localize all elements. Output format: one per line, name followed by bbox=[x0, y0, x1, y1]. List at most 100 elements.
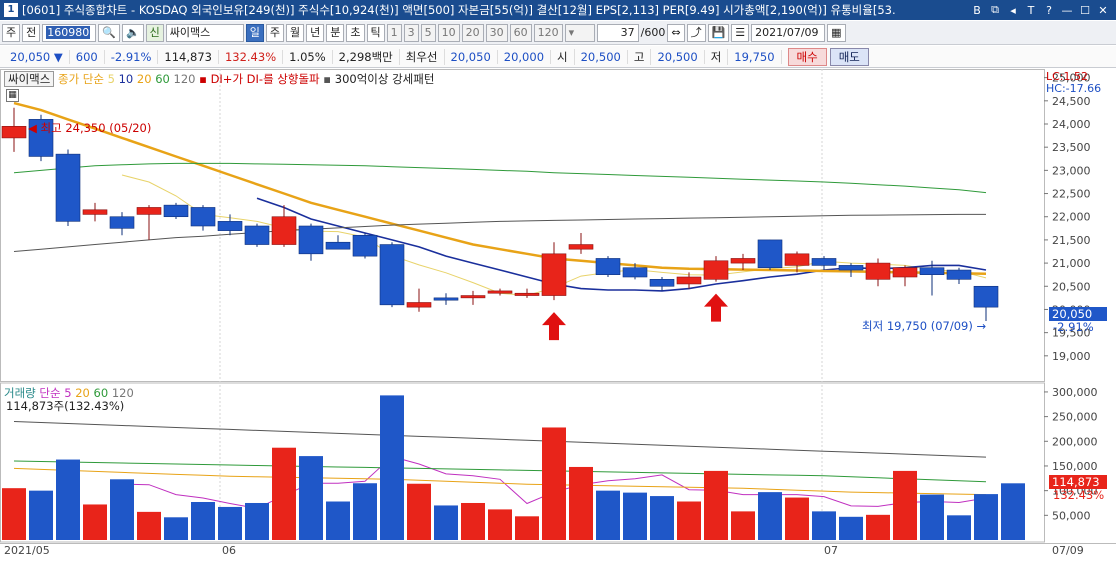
last-volume-pct-tag: 132.43% bbox=[1053, 488, 1105, 502]
candle-down bbox=[190, 207, 216, 227]
candle-down bbox=[109, 216, 135, 229]
calendar-icon[interactable]: ▦ bbox=[827, 23, 846, 42]
candle-up bbox=[703, 260, 729, 280]
buy-button[interactable]: 매수 bbox=[787, 47, 827, 66]
new-stock-label: 신 bbox=[145, 23, 164, 42]
period-month[interactable]: 월 bbox=[286, 23, 305, 42]
signal-legend-icon: ▪ bbox=[199, 72, 207, 86]
volume-bar bbox=[569, 466, 593, 540]
candle-up bbox=[784, 253, 810, 266]
code-value: 160980 bbox=[46, 25, 91, 39]
best-ask-label: 최우선 bbox=[400, 48, 445, 65]
count-input[interactable]: 37 bbox=[596, 23, 639, 42]
period-day[interactable]: 일 bbox=[245, 23, 264, 42]
price-tick-label: 19,000 bbox=[1052, 350, 1091, 363]
candle-up bbox=[541, 253, 567, 296]
font-icon[interactable]: T bbox=[1022, 4, 1040, 17]
period-week[interactable]: 주 bbox=[265, 23, 285, 42]
close-icon[interactable]: ✕ bbox=[1094, 4, 1112, 17]
volume-bar bbox=[83, 504, 107, 540]
volume-bar bbox=[704, 470, 728, 540]
candle-up bbox=[487, 290, 513, 294]
volume-tick-label: 150,000 bbox=[1052, 460, 1098, 473]
low-annotation-text: 최저 19,750 (07/09) bbox=[862, 319, 973, 333]
price-tick-label: 23,500 bbox=[1052, 141, 1091, 154]
volume-bar bbox=[245, 502, 269, 540]
market-select[interactable]: 주 bbox=[2, 23, 21, 42]
price-tick-label: 24,000 bbox=[1052, 118, 1091, 131]
high-price: 20,500 bbox=[651, 49, 705, 64]
interval-10[interactable]: 10 bbox=[437, 23, 460, 42]
low-label: 저 bbox=[705, 48, 729, 65]
ma120-line bbox=[13, 213, 986, 252]
interval-60[interactable]: 60 bbox=[509, 23, 532, 42]
high-label: 고 bbox=[628, 48, 652, 65]
volume-bar bbox=[1001, 483, 1025, 540]
price-tick-label: 20,500 bbox=[1052, 280, 1091, 293]
candle-down bbox=[622, 267, 648, 278]
back-icon[interactable]: ◂ bbox=[1004, 4, 1022, 17]
volume-tick-label: 250,000 bbox=[1052, 411, 1098, 424]
period-second[interactable]: 초 bbox=[346, 23, 365, 42]
help-icon[interactable]: ? bbox=[1040, 4, 1058, 17]
period-year[interactable]: 년 bbox=[306, 23, 325, 42]
trend-icon[interactable]: ⤴ bbox=[686, 23, 706, 42]
ma60-line bbox=[13, 162, 987, 194]
candle-down bbox=[649, 279, 675, 287]
volume-bar bbox=[2, 488, 26, 540]
volume-bar bbox=[407, 483, 431, 540]
current-price: 20,050 ▼ bbox=[4, 49, 70, 64]
candle-up bbox=[892, 267, 918, 278]
volume-bar bbox=[839, 516, 863, 540]
save-icon[interactable]: 💾 bbox=[707, 23, 730, 42]
date-input[interactable]: 2021/07/09 bbox=[751, 23, 826, 42]
market-mode-button[interactable]: 전 bbox=[22, 23, 41, 42]
search-icon[interactable]: 🔍 bbox=[98, 23, 120, 42]
fit-icon[interactable]: ⇔ bbox=[667, 23, 685, 42]
minimize-icon[interactable]: — bbox=[1058, 4, 1076, 17]
grid-toggle-icon[interactable]: ▦ bbox=[6, 89, 19, 102]
volume-bar bbox=[56, 459, 80, 540]
volume-bar bbox=[434, 505, 458, 540]
volume-bar bbox=[191, 501, 215, 540]
period-tick[interactable]: 틱 bbox=[366, 23, 385, 42]
code-input[interactable]: 160980 bbox=[42, 23, 97, 42]
chart-area[interactable]: 25,000 24,500 24,000 23,500 23,000 22,500 22,0… bbox=[0, 69, 1116, 558]
candle-up bbox=[568, 244, 594, 250]
speaker-icon[interactable]: 🔈 bbox=[121, 23, 144, 42]
bold-icon[interactable]: B bbox=[968, 4, 986, 17]
stock-chart[interactable]: 25,00024,50024,00023,50023,00022,50022,0… bbox=[0, 69, 1116, 558]
low-annotation: 최저 19,750 (07/09) → bbox=[862, 319, 987, 333]
interval-20[interactable]: 20 bbox=[461, 23, 484, 42]
interval-1[interactable]: 1 bbox=[386, 23, 402, 42]
candle-down bbox=[946, 269, 972, 280]
hc-label: HC:-17.66 bbox=[1046, 82, 1102, 95]
period-minute[interactable]: 분 bbox=[326, 23, 345, 42]
best-bid: 20,000 bbox=[498, 49, 552, 64]
volume-bar bbox=[974, 494, 998, 540]
stock-legend-name[interactable]: 싸이맥스 bbox=[4, 71, 55, 87]
candle-down bbox=[595, 258, 621, 275]
interval-30[interactable]: 30 bbox=[485, 23, 508, 42]
list-icon[interactable]: ☰ bbox=[731, 23, 750, 42]
interval-5[interactable]: 5 bbox=[420, 23, 436, 42]
ma20-legend: 20 bbox=[136, 72, 152, 86]
volume-bar bbox=[758, 492, 782, 540]
ma60-legend: 60 bbox=[155, 72, 170, 86]
high-annotation: ◀ 최고 24,350 (05/20) bbox=[28, 121, 152, 135]
restore-icon[interactable]: ⧉ bbox=[986, 3, 1004, 17]
stock-name-field[interactable]: 싸이맥스 bbox=[165, 23, 244, 42]
volume-bar bbox=[515, 516, 539, 540]
interval-dropdown[interactable]: ▾ bbox=[564, 23, 595, 42]
volume-bar bbox=[218, 506, 242, 540]
interval-120[interactable]: 120 bbox=[533, 23, 563, 42]
interval-3[interactable]: 3 bbox=[403, 23, 419, 42]
maximize-icon[interactable]: ☐ bbox=[1076, 4, 1094, 17]
candle-down bbox=[919, 267, 945, 275]
volume-ratio: 132.43% bbox=[219, 49, 284, 64]
volume-bar bbox=[137, 511, 161, 540]
date-label: 06 bbox=[222, 544, 236, 557]
candle-up bbox=[406, 302, 432, 308]
sell-button[interactable]: 매도 bbox=[829, 47, 869, 66]
open-price: 20,500 bbox=[575, 49, 628, 64]
